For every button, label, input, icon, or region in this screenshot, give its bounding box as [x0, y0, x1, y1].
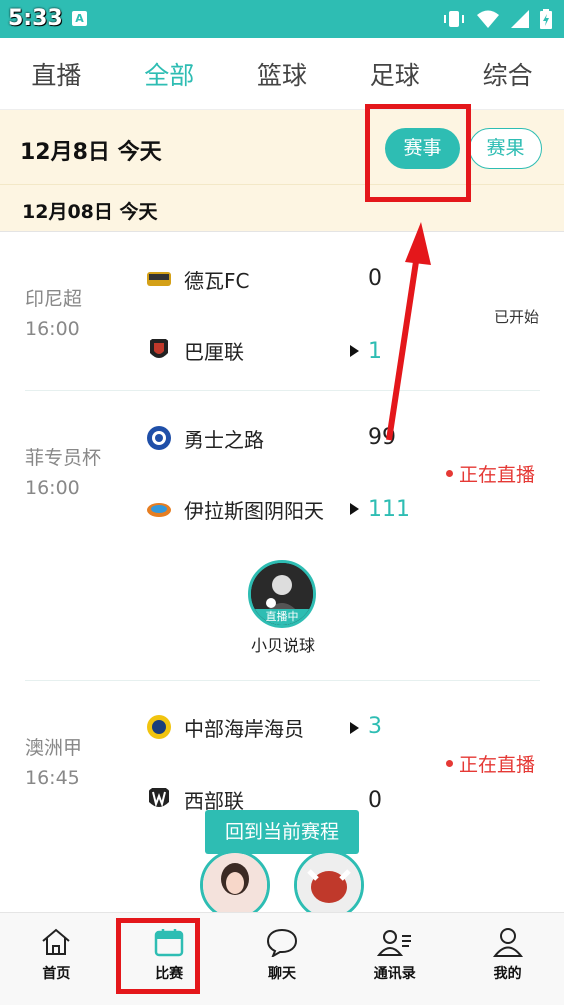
annotation-arrow-icon	[386, 222, 431, 441]
